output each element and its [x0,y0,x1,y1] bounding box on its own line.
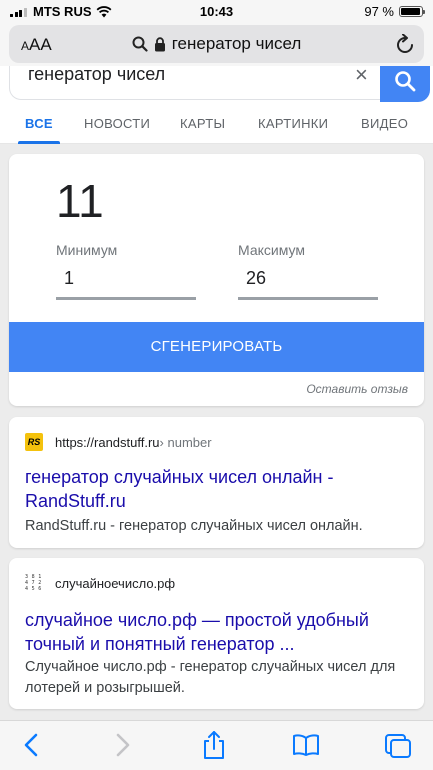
result-title-link[interactable]: генератор случайных чисел онлайн - RandS… [25,465,410,513]
search-icon [395,71,416,92]
result-breadcrumb: › number [159,434,212,450]
status-bar: MTS RUS 10:43 97 % [0,0,433,22]
battery-percentage: 97 % [364,4,394,19]
google-search-button[interactable] [380,66,430,102]
result-url: https://randstuff.ru [55,434,160,450]
forward-icon[interactable] [112,733,132,757]
min-label: Минимум [56,242,118,258]
tab-images[interactable]: КАРТИНКИ [258,116,328,131]
search-result: 3 8 14 7 24 5 6 случайноечисло.рф случай… [9,558,424,709]
google-search-bar: генератор чисел × [0,66,433,102]
tab-all[interactable]: ВСЕ [25,116,53,131]
tab-maps[interactable]: КАРТЫ [180,116,225,131]
url-text: генератор чисел [171,34,302,53]
tab-news[interactable]: НОВОСТИ [84,116,150,131]
search-tabs: ВСЕ НОВОСТИ КАРТЫ КАРТИНКИ ВИДЕО [0,102,433,144]
result-snippet: Случайное число.рф - генератор случайных… [25,659,396,696]
search-query: генератор чисел [28,66,166,84]
lock-icon [154,36,165,51]
min-input[interactable]: 1 [56,260,196,300]
tabs-icon[interactable] [384,733,412,759]
search-icon [132,36,148,52]
number-grid-favicon-icon: 3 8 14 7 24 5 6 [25,574,42,592]
tab-video[interactable]: ВИДЕО [361,116,408,131]
randstuff-favicon-icon: RS [25,433,43,451]
generated-number: 11 [56,175,104,227]
result-snippet: RandStuff.ru - генератор случайных чисел… [25,518,363,534]
result-source[interactable]: RS https://randstuff.ru › number [25,433,212,451]
result-source[interactable]: 3 8 14 7 24 5 6 случайноечисло.рф [25,574,175,592]
max-input[interactable]: 26 [238,260,378,300]
clear-icon[interactable]: × [355,66,368,88]
share-icon[interactable] [202,730,226,760]
active-tab-indicator [18,141,60,144]
bookmarks-icon[interactable] [292,733,320,757]
search-result: RS https://randstuff.ru › number генерат… [9,417,424,548]
random-number-generator-card: 11 Минимум 1 Максимум 26 СГЕНЕРИРОВАТЬ О… [9,154,424,406]
max-label: Максимум [238,242,305,258]
result-title-link[interactable]: случайное число.рф — простой удобный точ… [25,608,410,656]
safari-address-area: AAA генератор чисел [0,22,433,66]
address-bar[interactable]: AAA генератор чисел [9,25,424,63]
result-url: случайноечисло.рф [55,575,176,591]
safari-toolbar [0,720,433,770]
google-search-input[interactable]: генератор чисел × [9,66,389,100]
battery-icon [399,6,425,17]
reload-icon[interactable] [396,34,414,54]
feedback-link[interactable]: Оставить отзыв [306,382,408,396]
back-icon[interactable] [22,733,42,757]
generate-button[interactable]: СГЕНЕРИРОВАТЬ [9,322,424,372]
